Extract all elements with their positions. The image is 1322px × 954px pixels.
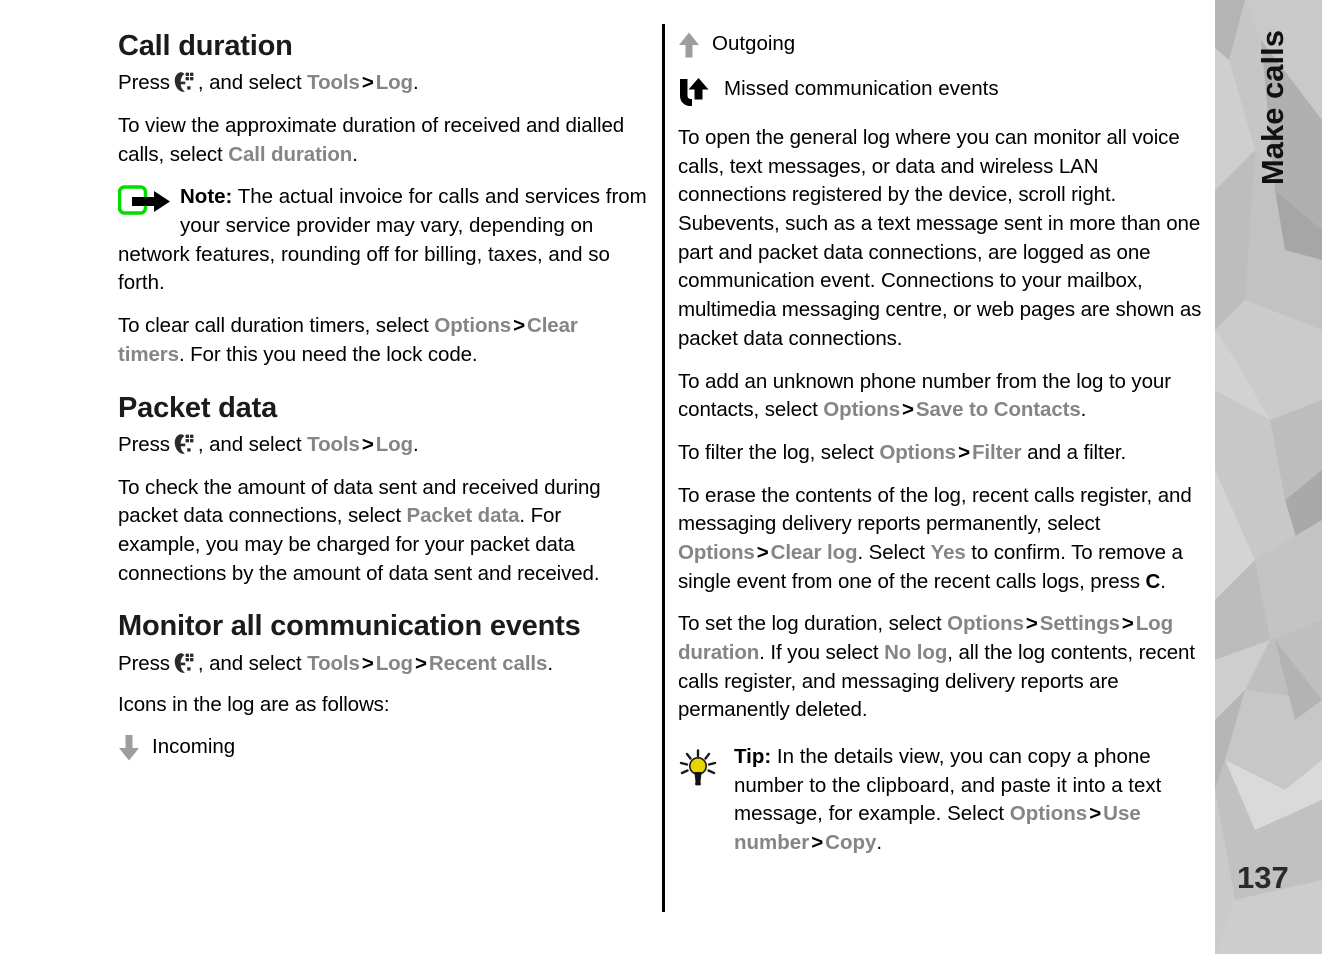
text-pre: To clear call duration timers, select [118,314,435,338]
press-line-packet-data: Press , and select Tools>Log. [118,431,648,460]
ui-ref-save-to-contacts: Save to Contacts [915,398,1081,422]
ui-ref-options: Options [879,440,957,464]
legend-label: Incoming [152,735,236,759]
column-divider [662,24,665,912]
arrow-up-icon [678,30,712,63]
legend-item-missed: Missed communication events [678,75,1208,112]
ui-ref-filter: Filter [971,440,1022,464]
paragraph-log-duration: To set the log duration, select Options>… [678,610,1208,725]
text-pre: To view the approximate duration of rece… [118,114,625,166]
ui-ref-copy: Copy [825,831,877,855]
paragraph-save-to-contacts: To add an unknown phone number from the … [678,368,1208,425]
ui-ref-log: Log [375,432,413,456]
ui-ref-clear-log: Clear log [770,540,858,564]
ui-ref-options: Options [434,314,512,338]
press-middle: , and select [197,432,302,456]
icons-intro-text: Icons in the log are as follows: [118,693,390,717]
text-post: . [352,142,358,166]
press-label: Press [118,651,170,675]
ui-ref-tools: Tools [307,651,360,675]
paragraph-clear-timers: To clear call duration timers, select Op… [118,312,648,369]
separator: > [361,71,374,95]
text-pre: To erase the contents of the log, recent… [678,483,1192,536]
chapter-sidebar: Make calls 137 [1215,0,1322,954]
ui-ref-tools: Tools [307,71,360,95]
ui-ref-log: Log [375,71,413,95]
section-heading-call-duration: Call duration [118,30,293,62]
missed-call-uturn-icon [678,75,724,112]
ui-ref-options: Options [947,612,1024,636]
text-mid: . Select [857,540,931,564]
menu-key-icon [173,71,195,93]
separator: > [513,314,525,338]
separator: > [1121,612,1134,636]
period: . [412,71,419,95]
legend-label: Outgoing [712,32,796,55]
ui-ref-options: Options [823,398,901,422]
page-number: 137 [1237,860,1289,895]
right-column: Outgoing Missed communication events To … [678,30,1208,858]
paragraph-packet-data: To check the amount of data sent and rec… [118,474,648,589]
paragraph-general-log: To open the general log where you can mo… [678,126,1202,350]
text-post: . For this you need the lock code. [178,342,478,366]
separator: > [1089,802,1102,826]
tip-body-post: . [876,831,883,855]
arrow-down-icon [118,733,152,766]
period: . [547,651,553,675]
press-middle: , and select [197,71,302,95]
key-label-c: C [1145,569,1161,593]
ui-ref-options: Options [1009,802,1088,826]
legend-item-outgoing: Outgoing [678,30,1208,63]
paragraph-view-duration: To view the approximate duration of rece… [118,112,648,169]
press-label: Press [118,432,170,456]
separator: > [756,540,769,564]
text-post: and a filter. [1021,440,1127,464]
paragraph-filter-log: To filter the log, select Options>Filter… [678,439,1208,468]
tip-block: Tip: In the details view, you can copy a… [678,743,1208,858]
ui-ref-no-log: No log [884,641,948,664]
separator: > [1025,612,1038,636]
ui-ref-recent-calls: Recent calls [428,651,548,675]
note-text: Note: The actual invoice for calls and s… [118,185,647,294]
text-mid: . If you select [759,641,885,664]
text-end: . [1160,569,1166,593]
manual-page: Call duration Press, and select Tools>Lo… [0,0,1322,954]
press-middle: , and select [197,651,302,675]
period: . [412,432,419,456]
tip-label: Tip: [734,745,772,769]
legend-label: Missed communication events [724,77,999,100]
section-heading-monitor-events: Monitor all communication events [118,610,581,643]
lightbulb-tip-icon [678,743,734,792]
separator: > [958,440,970,464]
chapter-title: Make calls [1255,30,1290,186]
ui-ref-yes: Yes [930,540,966,564]
ui-ref-settings: Settings [1039,612,1120,636]
separator: > [811,831,824,855]
note-block: Note: The actual invoice for calls and s… [117,183,648,298]
section-heading-packet-data: Packet data [118,391,277,424]
separator: > [902,398,914,422]
tip-text: Tip: In the details view, you can copy a… [734,743,1208,858]
press-line-call-duration: Press , and select Tools>Log. [118,69,648,98]
menu-key-icon [173,652,195,674]
press-line-recent-calls: Press, and select Tools>Log>Recent calls… [118,650,648,679]
ui-ref-tools: Tools [307,432,360,456]
separator: > [361,651,374,675]
ui-ref-call-duration: Call duration [228,142,353,166]
paragraph-clear-log: To erase the contents of the log, recent… [678,482,1208,597]
ui-ref-packet-data: Packet data [406,504,520,528]
ui-ref-options: Options [678,540,755,564]
menu-key-icon [173,433,195,455]
left-column: Call duration Press, and select Tools>Lo… [117,30,648,778]
ui-ref-log: Log [375,651,413,675]
press-label: Press [118,71,170,95]
text-post: . [1080,398,1087,422]
separator: > [414,651,427,675]
separator: > [361,432,374,456]
text-pre: To set the log duration, select [678,612,948,636]
note-label: Note: [180,185,233,209]
legend-item-incoming: Incoming [118,733,648,766]
text-pre: To filter the log, select [678,440,880,464]
note-arrow-icon [117,185,178,219]
